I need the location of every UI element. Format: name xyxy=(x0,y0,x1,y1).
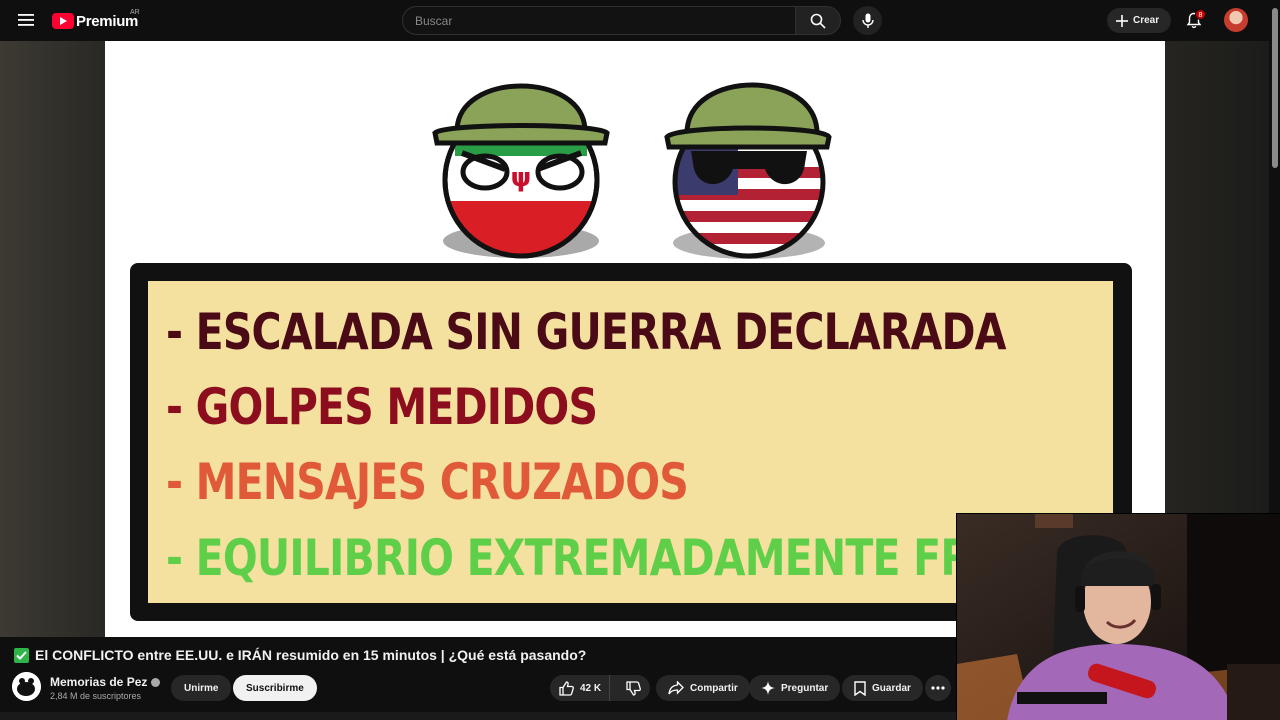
like-count: 42 K xyxy=(580,682,602,694)
thumbs-up-icon xyxy=(559,680,574,696)
ask-button[interactable]: Preguntar xyxy=(749,675,841,701)
video-info: El CONFLICTO entre EE.UU. e IRÁN resumid… xyxy=(0,637,956,720)
share-icon xyxy=(668,681,684,695)
account-avatar[interactable] xyxy=(1224,8,1248,32)
search-button[interactable] xyxy=(795,6,841,35)
verified-badge-icon xyxy=(151,677,161,687)
svg-text:ψ: ψ xyxy=(511,163,532,193)
subscribe-button[interactable]: Suscribirme xyxy=(233,675,317,701)
search-input[interactable] xyxy=(415,13,795,28)
slide-line-4: - EQUILIBRIO EXTREMADAMENTE FR xyxy=(166,529,972,587)
check-mark-icon xyxy=(14,647,29,663)
save-label: Guardar xyxy=(872,682,911,694)
helmet-left xyxy=(432,83,610,146)
slide-line-3: - MENSAJES CRUZADOS xyxy=(166,453,689,511)
create-label: Crear xyxy=(1133,15,1160,26)
title-row: El CONFLICTO entre EE.UU. e IRÁN resumid… xyxy=(14,647,586,663)
slide-line-2: - GOLPES MEDIDOS xyxy=(166,378,598,436)
more-horizontal-icon xyxy=(931,686,945,690)
notifications-button[interactable]: 8 xyxy=(1182,8,1206,32)
join-button[interactable]: Unirme xyxy=(171,675,232,701)
menu-icon[interactable] xyxy=(14,8,38,32)
page-scrollbar-thumb[interactable] xyxy=(1272,8,1278,168)
search-icon xyxy=(810,13,826,29)
share-button[interactable]: Compartir xyxy=(656,675,750,701)
microphone-icon xyxy=(861,13,874,28)
more-actions-button[interactable] xyxy=(925,675,951,701)
helmet-right xyxy=(664,82,832,150)
logo-text: Premium xyxy=(76,12,139,30)
webcam-overlay xyxy=(956,513,1280,720)
video-title: El CONFLICTO entre EE.UU. e IRÁN resumid… xyxy=(35,647,587,663)
masthead: Premium AR Crear 8 xyxy=(0,0,1280,41)
subscriber-count: 2,84 M de suscriptores xyxy=(50,691,142,701)
voice-search-button[interactable] xyxy=(853,6,882,35)
next-section-edge xyxy=(0,712,956,720)
youtube-play-icon xyxy=(52,13,74,29)
search-box xyxy=(402,6,796,35)
slide-line-1: - ESCALADA SIN GUERRA DECLARADA xyxy=(166,303,1006,361)
create-button[interactable]: Crear xyxy=(1107,8,1172,33)
like-dislike-group: 42 K xyxy=(550,675,650,701)
sparkle-icon xyxy=(761,681,775,695)
countryballs-illustration: ψ xyxy=(432,82,832,259)
plus-icon xyxy=(1116,14,1128,27)
channel-name-text: Memorias de Pez xyxy=(50,675,148,689)
ask-label: Preguntar xyxy=(781,682,829,694)
youtube-premium-logo[interactable]: Premium AR xyxy=(52,9,140,32)
share-label: Compartir xyxy=(690,682,738,694)
channel-name[interactable]: Memorias de Pez xyxy=(50,675,161,689)
channel-avatar[interactable] xyxy=(12,672,41,701)
like-button[interactable]: 42 K xyxy=(550,675,611,701)
thumbs-down-icon xyxy=(626,680,641,696)
save-button[interactable]: Guardar xyxy=(842,675,923,701)
webcam-feed-image xyxy=(957,514,1280,720)
notification-badge: 8 xyxy=(1195,9,1206,20)
dislike-button[interactable] xyxy=(616,675,650,701)
bookmark-icon xyxy=(854,680,866,696)
country-code: AR xyxy=(130,9,140,16)
